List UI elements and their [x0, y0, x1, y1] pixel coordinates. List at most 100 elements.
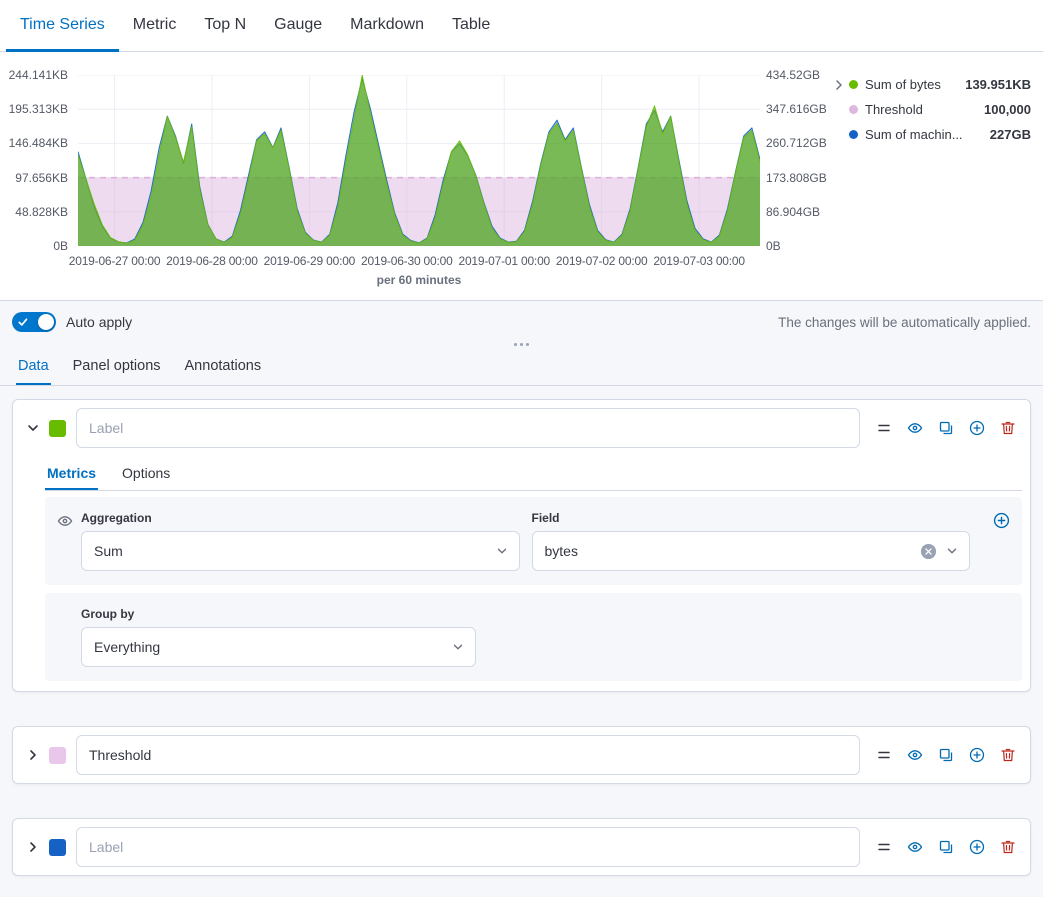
metric-row: Aggregation Sum Field bytes: [45, 497, 1022, 585]
chart-plot[interactable]: [78, 75, 760, 246]
hide-series-icon[interactable]: [907, 420, 923, 436]
tab-data[interactable]: Data: [16, 348, 51, 385]
time-series-chart: 244.141KB195.313KB146.484KB97.656KB48.82…: [0, 52, 1043, 300]
chevron-right-icon: [25, 747, 41, 763]
x-axis-label: 2019-07-01 00:00: [448, 254, 560, 268]
clear-field-icon[interactable]: [920, 543, 937, 560]
x-axis-label: 2019-07-03 00:00: [643, 254, 755, 268]
x-axis: 2019-06-27 00:002019-06-28 00:002019-06-…: [0, 254, 1043, 270]
series-body: Metrics Options Aggregation Sum: [45, 456, 1030, 691]
y-axis-label: 434.52GB: [766, 68, 820, 82]
series-color-swatch[interactable]: [49, 839, 66, 856]
y-axis-label: 347.616GB: [766, 102, 827, 116]
series-actions: [876, 839, 1016, 855]
tab-options[interactable]: Options: [120, 456, 172, 490]
tab-gauge[interactable]: Gauge: [260, 0, 336, 52]
x-axis-label: 2019-06-29 00:00: [253, 254, 365, 268]
hide-series-icon[interactable]: [907, 747, 923, 763]
chevron-down-icon: [495, 544, 509, 558]
series-panels: Metrics Options Aggregation Sum: [0, 386, 1043, 876]
chevron-right-icon: [25, 839, 41, 855]
series-header: [13, 727, 1030, 783]
select-value: Everything: [94, 639, 160, 655]
check-icon: [18, 317, 28, 327]
tab-metric[interactable]: Metric: [119, 0, 191, 52]
delete-series-icon[interactable]: [1000, 839, 1016, 855]
auto-apply-toggle[interactable]: [12, 312, 56, 332]
field-select[interactable]: bytes: [532, 531, 971, 571]
field-label: Field: [532, 511, 971, 525]
legend-label: Threshold: [865, 102, 923, 117]
add-series-icon[interactable]: [969, 420, 985, 436]
drag-handle-icon[interactable]: [876, 420, 892, 436]
group-by-select[interactable]: Everything: [81, 627, 476, 667]
series-header: [13, 400, 1030, 456]
auto-apply-description: The changes will be automatically applie…: [778, 315, 1031, 330]
x-axis-label: 2019-07-02 00:00: [546, 254, 658, 268]
select-value: bytes: [545, 543, 578, 559]
auto-apply-label: Auto apply: [66, 314, 132, 330]
tab-table[interactable]: Table: [438, 0, 504, 52]
tab-annotations[interactable]: Annotations: [183, 348, 264, 385]
expand-series-button[interactable]: [21, 835, 45, 859]
series-label-input[interactable]: [76, 408, 860, 448]
metric-visibility-icon[interactable]: [57, 513, 73, 571]
tab-time-series[interactable]: Time Series: [6, 0, 119, 52]
clone-series-icon[interactable]: [938, 839, 954, 855]
legend-item-threshold[interactable]: Threshold 100,000: [849, 97, 1031, 122]
x-axis-label: 2019-06-27 00:00: [59, 254, 171, 268]
y-axis-label: 97.656KB: [15, 171, 68, 185]
add-metric-icon[interactable]: [993, 512, 1010, 571]
aggregation-select[interactable]: Sum: [81, 531, 520, 571]
delete-series-icon[interactable]: [1000, 420, 1016, 436]
clone-series-icon[interactable]: [938, 747, 954, 763]
hide-series-icon[interactable]: [907, 839, 923, 855]
expand-series-button[interactable]: [21, 743, 45, 767]
add-series-icon[interactable]: [969, 839, 985, 855]
y-axis-label: 260.712GB: [766, 136, 827, 150]
series-color-swatch[interactable]: [49, 420, 66, 437]
legend-value: 100,000: [976, 102, 1031, 117]
series-color-swatch[interactable]: [49, 747, 66, 764]
panel-editor: Auto apply The changes will be automatic…: [0, 300, 1043, 897]
chevron-down-icon: [945, 544, 959, 558]
legend-label: Sum of bytes: [865, 77, 941, 92]
x-axis-label: 2019-06-28 00:00: [156, 254, 268, 268]
y-axis-label: 244.141KB: [9, 68, 68, 82]
aggregation-label: Aggregation: [81, 511, 520, 525]
delete-series-icon[interactable]: [1000, 747, 1016, 763]
legend-dot-icon: [849, 80, 858, 89]
group-by-label: Group by: [81, 607, 1010, 621]
legend-dot-icon: [849, 105, 858, 114]
add-series-icon[interactable]: [969, 747, 985, 763]
series-label-input[interactable]: [76, 735, 860, 775]
drag-handle-icon[interactable]: [876, 747, 892, 763]
series-sub-tabs: Metrics Options: [45, 456, 1022, 491]
series-header: [13, 819, 1030, 875]
legend-label: Sum of machin...: [865, 127, 963, 142]
tab-panel-options[interactable]: Panel options: [71, 348, 163, 385]
chevron-down-icon: [451, 640, 465, 654]
y-axis-label: 195.313KB: [9, 102, 68, 116]
resize-handle[interactable]: [0, 336, 1043, 348]
series-panel-3: [12, 818, 1031, 876]
legend-collapse-icon[interactable]: [831, 77, 847, 93]
visualization-type-tabs: Time Series Metric Top N Gauge Markdown …: [0, 0, 1043, 52]
tab-top-n[interactable]: Top N: [190, 0, 260, 52]
collapse-series-button[interactable]: [21, 416, 45, 440]
series-panel-2: [12, 726, 1031, 784]
clone-series-icon[interactable]: [938, 420, 954, 436]
series-panel-1: Metrics Options Aggregation Sum: [12, 399, 1031, 692]
tab-markdown[interactable]: Markdown: [336, 0, 438, 52]
tab-metrics[interactable]: Metrics: [45, 456, 98, 490]
drag-handle-icon[interactable]: [876, 839, 892, 855]
legend-dot-icon: [849, 130, 858, 139]
legend-item-sum-of-bytes[interactable]: Sum of bytes 139.951KB: [849, 72, 1031, 97]
series-label-input[interactable]: [76, 827, 860, 867]
series-actions: [876, 747, 1016, 763]
y-axis-label: 86.904GB: [766, 205, 820, 219]
legend-value: 227GB: [982, 127, 1031, 142]
group-by-row: Group by Everything: [45, 593, 1022, 681]
legend-item-sum-of-machine[interactable]: Sum of machin... 227GB: [849, 122, 1031, 147]
chart-legend: Sum of bytes 139.951KB Threshold 100,000…: [849, 72, 1031, 147]
